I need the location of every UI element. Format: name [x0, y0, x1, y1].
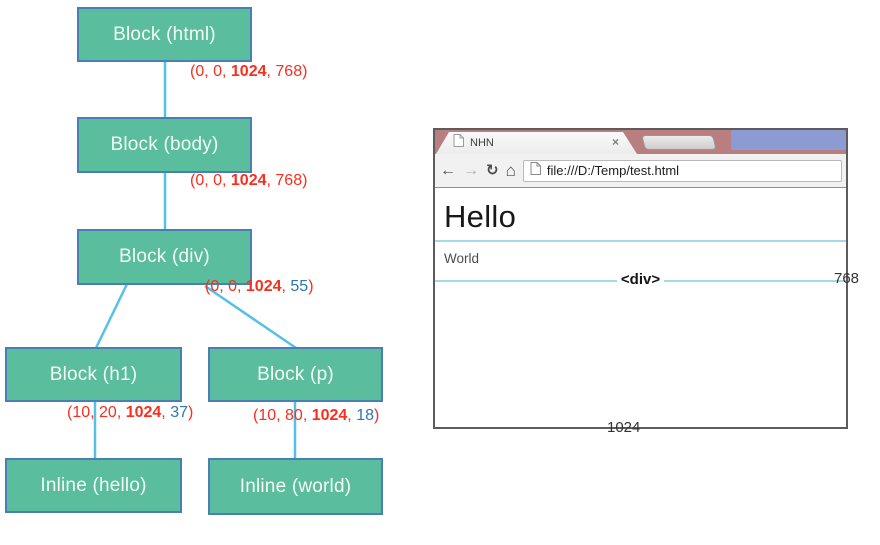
coord-part: (10, 80,	[253, 407, 312, 424]
page-icon	[530, 162, 541, 180]
height-annotation: 768	[834, 270, 859, 287]
tree-node-block-body: Block (body)	[77, 117, 252, 173]
coord-part: (10, 20,	[67, 404, 126, 421]
tab-title: NHN	[470, 137, 494, 149]
coord-part: (0, 0,	[190, 63, 231, 80]
reload-icon[interactable]: ↻	[486, 163, 499, 179]
coord-part: ,	[161, 404, 170, 421]
new-tab-button[interactable]	[641, 135, 717, 150]
screenshot-root: Block (html) Block (body) Block (div) Bl…	[0, 0, 880, 545]
coord-part: )	[302, 172, 307, 189]
coord-part-height: 55	[290, 278, 308, 295]
page-paragraph: World	[444, 251, 479, 266]
coord-part: )	[302, 63, 307, 80]
coords-label-p: (10, 80, 1024, 18)	[253, 407, 379, 425]
tree-node-block-p: Block (p)	[208, 347, 383, 402]
coord-part-width: 1024	[231, 63, 267, 80]
tree-node-block-h1: Block (h1)	[5, 347, 182, 402]
page-icon	[453, 134, 464, 152]
coord-part: (0, 0,	[205, 278, 246, 295]
url-bar[interactable]: file:///D:/Temp/test.html	[523, 160, 842, 182]
coord-part: )	[374, 407, 379, 424]
coord-part-height: 768	[275, 172, 302, 189]
coord-part-width: 1024	[312, 407, 348, 424]
div-top-border-line	[435, 240, 846, 242]
coords-label-h1: (10, 20, 1024, 37)	[67, 404, 193, 422]
coords-label-body: (0, 0, 1024, 768)	[190, 172, 307, 190]
browser-window: NHN × ← → ↻ ⌂ file:///D:/Temp/test.html …	[433, 128, 848, 429]
coord-part-width: 1024	[246, 278, 282, 295]
browser-tab-strip: NHN ×	[435, 130, 846, 154]
coord-part-height: 37	[170, 404, 188, 421]
forward-icon[interactable]: →	[463, 163, 479, 179]
coords-label-div: (0, 0, 1024, 55)	[205, 278, 314, 296]
coord-part-width: 1024	[126, 404, 162, 421]
coord-part: )	[308, 278, 313, 295]
width-annotation: 1024	[607, 419, 640, 436]
tree-node-inline-hello: Inline (hello)	[5, 458, 182, 513]
coord-part: )	[188, 404, 193, 421]
tree-node-inline-world: Inline (world)	[208, 458, 383, 515]
home-icon[interactable]: ⌂	[506, 163, 516, 179]
tree-node-block-html: Block (html)	[77, 7, 252, 62]
div-tag-label: <div>	[617, 271, 664, 288]
back-icon[interactable]: ←	[440, 163, 456, 179]
browser-toolbar: ← → ↻ ⌂ file:///D:/Temp/test.html	[435, 154, 846, 188]
coord-part-height: 768	[275, 63, 302, 80]
div-tag-wrap: <div>	[435, 271, 846, 289]
page-viewport: Hello World <div>	[435, 188, 846, 427]
coord-part-width: 1024	[231, 172, 267, 189]
coord-part: ,	[347, 407, 356, 424]
browser-tab[interactable]: NHN ×	[436, 132, 637, 154]
connector-div-h1	[96, 284, 127, 348]
coords-label-html: (0, 0, 1024, 768)	[190, 63, 307, 81]
tab-close-icon[interactable]: ×	[612, 136, 619, 149]
coord-part-height: 18	[356, 407, 374, 424]
coord-part: (0, 0,	[190, 172, 231, 189]
url-text: file:///D:/Temp/test.html	[547, 163, 679, 178]
titlebar-blue-area	[731, 130, 846, 150]
tree-node-block-div: Block (div)	[77, 229, 252, 285]
page-heading: Hello	[444, 199, 516, 235]
